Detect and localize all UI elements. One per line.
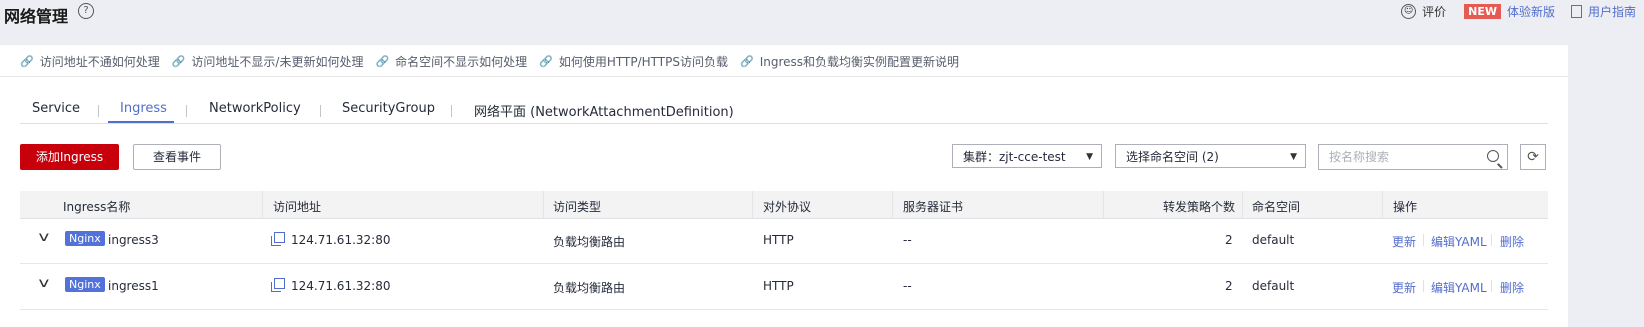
help-link[interactable]: 🔗 访问地址不显示/未更新如何处理 (172, 53, 364, 70)
certificate: -- (903, 279, 912, 293)
copy-icon[interactable] (271, 278, 285, 292)
link-icon: 🔗 (739, 55, 754, 68)
update-link[interactable]: 更新 (1392, 233, 1416, 250)
chevron-down-icon[interactable]: v (38, 276, 49, 291)
help-link[interactable]: 🔗 Ingress和负载均衡实例配置更新说明 (740, 53, 959, 70)
col-separator (543, 191, 544, 218)
help-links-bar: 🔗 访问地址不通如何处理 🔗 访问地址不显示/未更新如何处理 🔗 命名空间不显示如何处… (20, 53, 971, 70)
tab-securitygroup[interactable]: SecurityGroup (342, 101, 435, 116)
smile-icon[interactable]: ☺ (1401, 4, 1417, 19)
certificate: -- (903, 233, 912, 247)
caret-down-icon: ▼ (1290, 152, 1297, 162)
question-circle-icon[interactable]: ? (78, 3, 94, 19)
refresh-button[interactable]: ⟳ (1520, 144, 1546, 170)
namespace-select-value: 选择命名空间 (2) (1126, 150, 1219, 164)
col-separator (262, 191, 263, 218)
access-type: 负载均衡路由 (553, 281, 626, 295)
col-separator (752, 191, 753, 218)
copy-icon[interactable] (271, 232, 285, 246)
page-title: 网络管理 (4, 7, 69, 26)
col-namespace: 命名空间 (1252, 200, 1301, 214)
link-icon: 🔗 (375, 55, 390, 68)
caret-down-icon: ▼ (1086, 152, 1093, 162)
document-icon (1570, 5, 1582, 18)
main-panel: 🔗 访问地址不通如何处理 🔗 访问地址不显示/未更新如何处理 🔗 命名空间不显示如何处… (0, 45, 1568, 327)
rule-count: 2 (1225, 279, 1233, 293)
user-guide-link[interactable]: 用户指南 (1588, 3, 1636, 20)
access-address: 124.71.61.32:80 (291, 233, 391, 247)
cluster-select[interactable]: 集群：zjt-cce-test ▼ (952, 144, 1102, 168)
col-separator (1382, 191, 1383, 218)
search-placeholder: 按名称搜索 (1329, 150, 1390, 164)
table-row: v Nginx ingress3 124.71.61.32:80 负载均衡路由 … (20, 218, 1548, 264)
namespace: default (1252, 233, 1295, 247)
cluster-select-value: 集群：zjt-cce-test (963, 150, 1066, 164)
rule-count: 2 (1225, 233, 1233, 247)
add-ingress-button[interactable]: 添加Ingress (20, 144, 119, 170)
active-tab-indicator (108, 121, 174, 123)
col-rule-count: 转发策略个数 (1163, 200, 1236, 214)
divider (0, 76, 1568, 77)
col-protocol: 对外协议 (763, 200, 812, 214)
col-separator (1242, 191, 1243, 218)
namespace-select[interactable]: 选择命名空间 (2) ▼ (1115, 144, 1306, 168)
edit-yaml-link[interactable]: 编辑YAML (1431, 233, 1487, 250)
col-separator (892, 191, 893, 218)
col-ingress-name: Ingress名称 (63, 200, 131, 214)
update-link[interactable]: 更新 (1392, 279, 1416, 296)
table-header: Ingress名称 访问地址 访问类型 对外协议 服务器证书 转发策略个数 命名… (20, 191, 1548, 219)
tab-separator (320, 105, 321, 117)
tab-network-plane[interactable]: 网络平面 (NetworkAttachmentDefinition) (474, 101, 734, 120)
action-separator (1491, 234, 1492, 246)
col-certificate: 服务器证书 (903, 200, 964, 214)
help-link[interactable]: 🔗 如何使用HTTP/HTTPS访问负载 (539, 53, 728, 70)
help-link[interactable]: 🔗 命名空间不显示如何处理 (375, 53, 527, 70)
new-version-link[interactable]: 体验新版 (1507, 3, 1555, 20)
feedback-link[interactable]: 评价 (1422, 3, 1446, 20)
search-icon[interactable] (1487, 150, 1499, 162)
ingress-name: ingress1 (108, 279, 159, 293)
action-separator (1423, 280, 1424, 292)
tab-ingress[interactable]: Ingress (120, 101, 167, 116)
namespace: default (1252, 279, 1295, 293)
view-events-button[interactable]: 查看事件 (133, 144, 221, 170)
action-separator (1423, 234, 1424, 246)
new-badge: NEW (1464, 4, 1501, 19)
tab-separator (451, 105, 452, 117)
tab-bar: Service Ingress NetworkPolicy SecurityGr… (20, 95, 1548, 124)
chevron-down-icon[interactable]: v (38, 230, 49, 245)
tab-separator (186, 105, 187, 117)
page-header: 网络管理 ? ☺ 评价 NEW 体验新版 用户指南 (0, 0, 1644, 40)
link-icon: 🔗 (171, 55, 186, 68)
nginx-tag: Nginx (65, 231, 105, 246)
access-type: 负载均衡路由 (553, 235, 626, 249)
edit-yaml-link[interactable]: 编辑YAML (1431, 279, 1487, 296)
refresh-icon: ⟳ (1527, 149, 1539, 165)
help-link[interactable]: 🔗 访问地址不通如何处理 (20, 53, 160, 70)
link-icon: 🔗 (539, 55, 553, 68)
delete-link[interactable]: 删除 (1500, 233, 1524, 250)
search-input[interactable]: 按名称搜索 (1318, 144, 1508, 170)
col-address: 访问地址 (273, 200, 322, 214)
protocol: HTTP (763, 233, 794, 247)
header-actions: ☺ 评价 NEW 体验新版 用户指南 (1401, 3, 1636, 20)
access-address: 124.71.61.32:80 (291, 279, 391, 293)
link-icon: 🔗 (20, 55, 34, 68)
tab-service[interactable]: Service (32, 101, 80, 116)
tab-separator (98, 105, 99, 117)
table-row: v Nginx ingress1 124.71.61.32:80 负载均衡路由 … (20, 264, 1548, 310)
protocol: HTTP (763, 279, 794, 293)
ingress-name: ingress3 (108, 233, 159, 247)
col-actions: 操作 (1393, 200, 1418, 214)
delete-link[interactable]: 删除 (1500, 279, 1524, 296)
col-access-type: 访问类型 (553, 200, 602, 214)
col-separator (1103, 191, 1104, 218)
action-separator (1491, 280, 1492, 292)
tab-networkpolicy[interactable]: NetworkPolicy (209, 101, 301, 116)
nginx-tag: Nginx (65, 277, 105, 292)
